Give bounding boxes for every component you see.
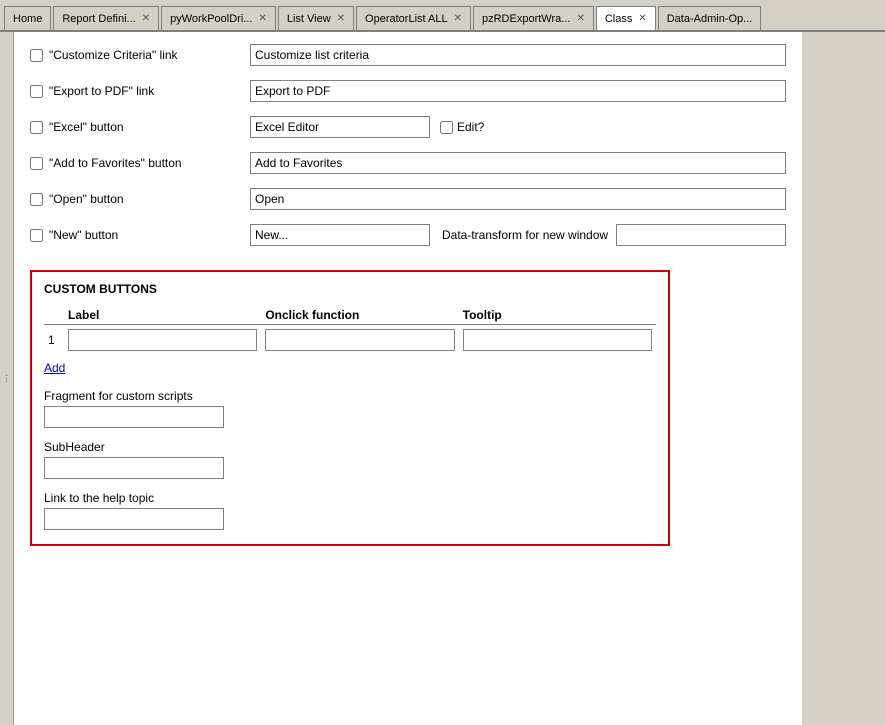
- help-input[interactable]: [44, 508, 224, 530]
- tab-operatorlist-close[interactable]: ✕: [454, 13, 462, 24]
- help-label: Link to the help topic: [44, 491, 656, 505]
- col-header-row-num: [44, 306, 64, 325]
- export-pdf-label-text: "Export to PDF" link: [49, 84, 154, 98]
- subheader-section: SubHeader: [44, 440, 656, 479]
- main-content: "Customize Criteria" link "Export to PDF…: [14, 32, 802, 725]
- excel-checkbox-label[interactable]: "Excel" button: [30, 120, 250, 134]
- open-checkbox[interactable]: [30, 193, 43, 206]
- tab-operatorlist-label: OperatorList ALL: [365, 13, 448, 25]
- open-input[interactable]: [250, 188, 786, 210]
- fragment-section: Fragment for custom scripts: [44, 389, 656, 428]
- new-checkbox[interactable]: [30, 229, 43, 242]
- add-favorites-label-text: "Add to Favorites" button: [49, 156, 182, 170]
- custom-buttons-title: CUSTOM BUTTONS: [44, 282, 656, 296]
- export-pdf-input[interactable]: [250, 80, 786, 102]
- subheader-label: SubHeader: [44, 440, 656, 454]
- export-pdf-checkbox[interactable]: [30, 85, 43, 98]
- customize-criteria-checkbox[interactable]: [30, 49, 43, 62]
- row-label-input[interactable]: [68, 329, 257, 351]
- tab-class-close[interactable]: ✕: [638, 13, 646, 24]
- help-section: Link to the help topic: [44, 491, 656, 530]
- open-button-row: "Open" button: [30, 188, 786, 210]
- table-row: 1: [44, 325, 656, 356]
- new-checkbox-label[interactable]: "New" button: [30, 228, 250, 242]
- export-pdf-checkbox-label[interactable]: "Export to PDF" link: [30, 84, 250, 98]
- col-header-onclick: Onclick function: [261, 306, 458, 325]
- tab-dataadmin[interactable]: Data-Admin-Op...: [658, 6, 762, 30]
- export-pdf-row: "Export to PDF" link: [30, 80, 786, 102]
- tab-report-defini[interactable]: Report Defini... ✕: [53, 6, 159, 30]
- add-favorites-checkbox-label[interactable]: "Add to Favorites" button: [30, 156, 250, 170]
- customize-criteria-label-text: "Customize Criteria" link: [49, 48, 178, 62]
- row-tooltip-input[interactable]: [463, 329, 652, 351]
- tab-pyworkpool[interactable]: pyWorkPoolDri... ✕: [161, 6, 276, 30]
- edit-label-text: Edit?: [457, 120, 484, 134]
- new-label-text: "New" button: [49, 228, 118, 242]
- excel-label-text: "Excel" button: [49, 120, 124, 134]
- open-label-text: "Open" button: [49, 192, 124, 206]
- tab-listview-close[interactable]: ✕: [337, 13, 345, 24]
- tab-dataadmin-label: Data-Admin-Op...: [667, 13, 753, 25]
- tab-operatorlist[interactable]: OperatorList ALL ✕: [356, 6, 471, 30]
- row-tooltip-cell: [459, 325, 656, 356]
- excel-checkbox[interactable]: [30, 121, 43, 134]
- add-favorites-checkbox[interactable]: [30, 157, 43, 170]
- tab-home[interactable]: Home: [4, 6, 51, 30]
- tab-report-defini-label: Report Defini...: [62, 13, 135, 25]
- fragment-input[interactable]: [44, 406, 224, 428]
- row-num: 1: [44, 325, 64, 356]
- tab-pyworkpool-label: pyWorkPoolDri...: [170, 13, 252, 25]
- tab-bar: Home Report Defini... ✕ pyWorkPoolDri...…: [0, 0, 885, 32]
- tab-pzrdexport[interactable]: pzRDExportWra... ✕: [473, 6, 594, 30]
- col-header-tooltip: Tooltip: [459, 306, 656, 325]
- excel-button-row: "Excel" button Edit?: [30, 116, 786, 138]
- edit-checkbox-wrap: Edit?: [440, 120, 484, 134]
- tab-listview-label: List View: [287, 13, 331, 25]
- edit-checkbox[interactable]: [440, 121, 453, 134]
- fragment-label: Fragment for custom scripts: [44, 389, 656, 403]
- customize-criteria-input[interactable]: [250, 44, 786, 66]
- new-button-row: "New" button Data-transform for new wind…: [30, 224, 786, 246]
- data-transform-label: Data-transform for new window: [442, 228, 608, 242]
- row-onclick-input[interactable]: [265, 329, 454, 351]
- custom-buttons-section: CUSTOM BUTTONS Label Onclick function To…: [30, 270, 670, 546]
- tab-pzrdexport-close[interactable]: ✕: [576, 13, 584, 24]
- new-input[interactable]: [250, 224, 430, 246]
- tab-class-label: Class: [605, 13, 633, 25]
- add-favorites-input[interactable]: [250, 152, 786, 174]
- data-transform-input[interactable]: [616, 224, 786, 246]
- excel-input[interactable]: [250, 116, 430, 138]
- row-onclick-cell: [261, 325, 458, 356]
- custom-buttons-table: Label Onclick function Tooltip 1: [44, 306, 656, 355]
- customize-criteria-checkbox-label[interactable]: "Customize Criteria" link: [30, 48, 250, 62]
- resize-handle[interactable]: ⋮: [0, 32, 14, 725]
- tab-report-defini-close[interactable]: ✕: [142, 13, 150, 24]
- col-header-label: Label: [64, 306, 261, 325]
- row-label-cell: [64, 325, 261, 356]
- open-checkbox-label[interactable]: "Open" button: [30, 192, 250, 206]
- handle-dots-icon: ⋮: [3, 374, 11, 383]
- add-favorites-row: "Add to Favorites" button: [30, 152, 786, 174]
- add-link[interactable]: Add: [44, 361, 656, 375]
- customize-criteria-row: "Customize Criteria" link: [30, 44, 786, 66]
- tab-home-label: Home: [13, 13, 42, 25]
- tab-listview[interactable]: List View ✕: [278, 6, 354, 30]
- tab-pyworkpool-close[interactable]: ✕: [258, 13, 266, 24]
- tab-pzrdexport-label: pzRDExportWra...: [482, 13, 570, 25]
- tab-class[interactable]: Class ✕: [596, 6, 656, 30]
- subheader-input[interactable]: [44, 457, 224, 479]
